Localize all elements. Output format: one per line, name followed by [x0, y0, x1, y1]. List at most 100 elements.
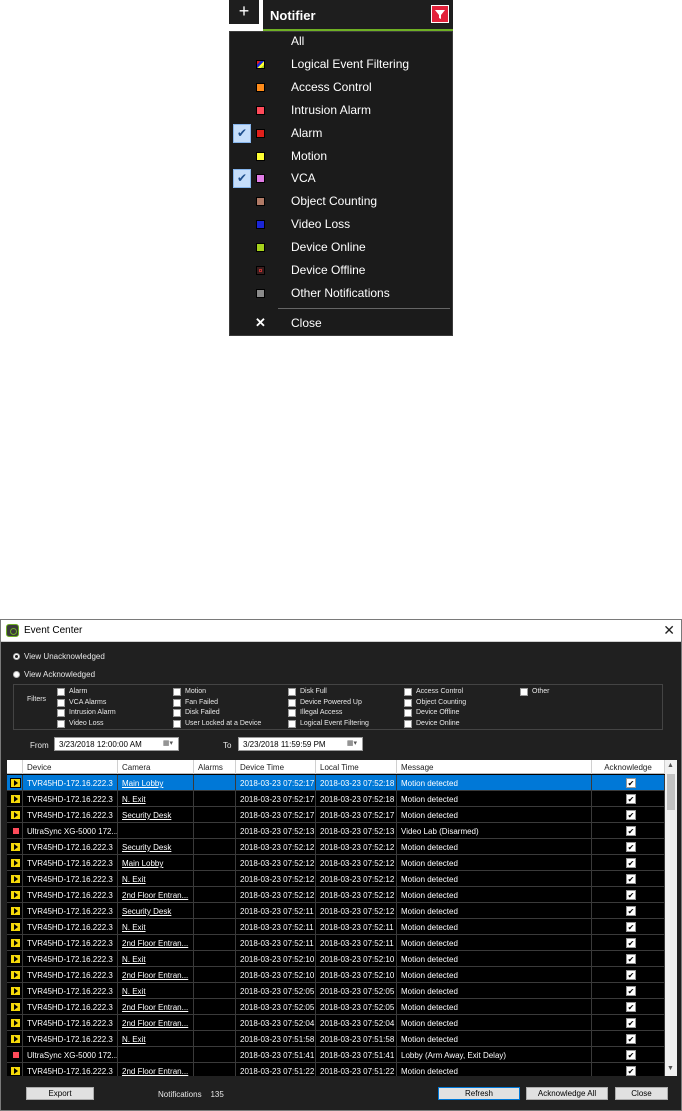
menu-item-vca[interactable]: ✔ VCA: [230, 168, 452, 190]
table-row[interactable]: TVR45HD-172.16.222.3 2nd Floor Entran... 2…: [7, 1015, 665, 1031]
scroll-thumb[interactable]: [667, 774, 675, 810]
checkbox-icon[interactable]: [520, 688, 528, 696]
checkbox-icon[interactable]: [288, 698, 296, 707]
cell-text[interactable]: 2nd Floor Entran...: [122, 971, 188, 980]
acknowledge-checkbox[interactable]: ✔: [626, 938, 636, 948]
table-row[interactable]: TVR45HD-172.16.222.3 2nd Floor Entran... 2…: [7, 1063, 665, 1076]
column-header-camera[interactable]: Camera: [118, 760, 194, 774]
acknowledge-checkbox[interactable]: ✔: [626, 986, 636, 996]
acknowledge-checkbox[interactable]: ✔: [626, 842, 636, 852]
cell-text[interactable]: Main Lobby: [122, 859, 163, 868]
checkbox-icon[interactable]: [173, 719, 181, 728]
cell-camera[interactable]: N. Exit: [118, 919, 194, 934]
cell-camera[interactable]: [118, 823, 194, 838]
table-row[interactable]: TVR45HD-172.16.222.3 Security Desk 2018-03…: [7, 807, 665, 823]
menu-item-intrusion-alarm[interactable]: Intrusion Alarm: [230, 100, 452, 122]
cell-camera[interactable]: N. Exit: [118, 1031, 194, 1046]
column-header-device[interactable]: Device: [23, 760, 118, 774]
cell-text[interactable]: N. Exit: [122, 955, 146, 964]
table-row[interactable]: TVR45HD-172.16.222.3 Main Lobby 2018-03-23…: [7, 775, 665, 791]
column-header-local-time[interactable]: Local Time: [316, 760, 397, 774]
cell-text[interactable]: 2nd Floor Entran...: [122, 939, 188, 948]
checkbox-icon[interactable]: [404, 709, 412, 717]
column-header-message[interactable]: Message: [397, 760, 592, 774]
acknowledge-checkbox[interactable]: ✔: [626, 1002, 636, 1012]
filter-funnel-icon[interactable]: [431, 5, 449, 23]
table-row[interactable]: TVR45HD-172.16.222.3 2nd Floor Entran... 2…: [7, 887, 665, 903]
from-date-picker[interactable]: 3/23/2018 12:00:00 AM ▦▾: [54, 737, 179, 751]
table-row[interactable]: TVR45HD-172.16.222.3 2nd Floor Entran... 2…: [7, 999, 665, 1015]
acknowledge-checkbox[interactable]: ✔: [626, 890, 636, 900]
acknowledge-checkbox[interactable]: ✔: [626, 1050, 636, 1060]
table-row[interactable]: TVR45HD-172.16.222.3 N. Exit 2018-03-23 07…: [7, 919, 665, 935]
cell-camera[interactable]: 2nd Floor Entran...: [118, 967, 194, 982]
cell-text[interactable]: N. Exit: [122, 875, 146, 884]
cell-camera[interactable]: Security Desk: [118, 839, 194, 854]
table-scrollbar[interactable]: ▲ ▼: [665, 760, 677, 1076]
acknowledge-checkbox[interactable]: ✔: [626, 970, 636, 980]
cell-text[interactable]: Security Desk: [122, 907, 171, 916]
acknowledge-checkbox[interactable]: ✔: [626, 954, 636, 964]
acknowledge-checkbox[interactable]: ✔: [626, 858, 636, 868]
cell-text[interactable]: N. Exit: [122, 1035, 146, 1044]
acknowledge-checkbox[interactable]: ✔: [626, 778, 636, 788]
checkbox-icon[interactable]: [288, 709, 296, 717]
cell-camera[interactable]: Security Desk: [118, 807, 194, 822]
checkbox-icon[interactable]: [404, 719, 412, 728]
checkbox-icon[interactable]: [173, 709, 181, 717]
cell-camera[interactable]: 2nd Floor Entran...: [118, 935, 194, 950]
radio-icon[interactable]: [13, 671, 20, 678]
calendar-dropdown-icon[interactable]: ▦▾: [343, 739, 361, 749]
acknowledge-checkbox[interactable]: ✔: [626, 1034, 636, 1044]
table-row[interactable]: TVR45HD-172.16.222.3 2nd Floor Entran... 2…: [7, 935, 665, 951]
export-button[interactable]: Export: [26, 1087, 94, 1100]
acknowledge-checkbox[interactable]: ✔: [626, 922, 636, 932]
cell-camera[interactable]: 2nd Floor Entran...: [118, 1015, 194, 1030]
cell-text[interactable]: 2nd Floor Entran...: [122, 891, 188, 900]
checkbox-icon[interactable]: [288, 688, 296, 696]
checkbox-icon[interactable]: [57, 709, 65, 717]
checkbox-icon[interactable]: [288, 719, 296, 728]
cell-camera[interactable]: N. Exit: [118, 871, 194, 886]
menu-item-all[interactable]: All: [230, 31, 452, 53]
table-row[interactable]: TVR45HD-172.16.222.3 2nd Floor Entran... 2…: [7, 967, 665, 983]
cell-text[interactable]: 2nd Floor Entran...: [122, 1067, 188, 1076]
cell-camera[interactable]: Main Lobby: [118, 855, 194, 870]
checkbox-icon[interactable]: [173, 698, 181, 707]
cell-text[interactable]: Main Lobby: [122, 779, 163, 788]
table-row[interactable]: UltraSync XG-5000 172... 2018-03-23 07:52…: [7, 823, 665, 839]
table-row[interactable]: TVR45HD-172.16.222.3 Security Desk 2018-03…: [7, 839, 665, 855]
cell-camera[interactable]: 2nd Floor Entran...: [118, 999, 194, 1014]
table-row[interactable]: UltraSync XG-5000 172... 2018-03-23 07:51…: [7, 1047, 665, 1063]
close-button[interactable]: Close: [615, 1087, 668, 1100]
radio-selected-icon[interactable]: [13, 653, 20, 660]
checkbox-icon[interactable]: [404, 698, 412, 707]
to-date-picker[interactable]: 3/23/2018 11:59:59 PM ▦▾: [238, 737, 363, 751]
add-button[interactable]: +: [229, 0, 259, 24]
column-header-device-time[interactable]: Device Time: [236, 760, 316, 774]
checkmark-icon[interactable]: ✔: [233, 123, 251, 143]
checkmark-icon[interactable]: ✔: [233, 169, 251, 189]
acknowledge-checkbox[interactable]: ✔: [626, 810, 636, 820]
menu-item-logical-event-filtering[interactable]: Logical Event Filtering: [230, 54, 452, 76]
acknowledge-checkbox[interactable]: ✔: [626, 826, 636, 836]
menu-item-device-online[interactable]: Device Online: [230, 237, 452, 259]
column-header-acknowledge[interactable]: Acknowledge: [592, 760, 665, 774]
table-row[interactable]: TVR45HD-172.16.222.3 N. Exit 2018-03-23 07…: [7, 983, 665, 999]
cell-camera[interactable]: 2nd Floor Entran...: [118, 887, 194, 902]
cell-camera[interactable]: [118, 1047, 194, 1062]
table-row[interactable]: TVR45HD-172.16.222.3 N. Exit 2018-03-23 07…: [7, 871, 665, 887]
table-row[interactable]: TVR45HD-172.16.222.3 N. Exit 2018-03-23 07…: [7, 951, 665, 967]
table-row[interactable]: TVR45HD-172.16.222.3 N. Exit 2018-03-23 07…: [7, 791, 665, 807]
scroll-down-icon[interactable]: ▼: [667, 1065, 674, 1072]
table-row[interactable]: TVR45HD-172.16.222.3 Security Desk 2018-03…: [7, 903, 665, 919]
menu-item-motion[interactable]: Motion: [230, 146, 452, 168]
checkbox-icon[interactable]: [57, 719, 65, 728]
cell-text[interactable]: 2nd Floor Entran...: [122, 1003, 188, 1012]
cell-camera[interactable]: 2nd Floor Entran...: [118, 1063, 194, 1076]
cell-text[interactable]: 2nd Floor Entran...: [122, 1019, 188, 1028]
cell-text[interactable]: Security Desk: [122, 811, 171, 820]
column-header-alarms[interactable]: Alarms: [194, 760, 236, 774]
acknowledge-all-button[interactable]: Acknowledge All: [526, 1087, 608, 1100]
table-row[interactable]: TVR45HD-172.16.222.3 Main Lobby 2018-03-23…: [7, 855, 665, 871]
